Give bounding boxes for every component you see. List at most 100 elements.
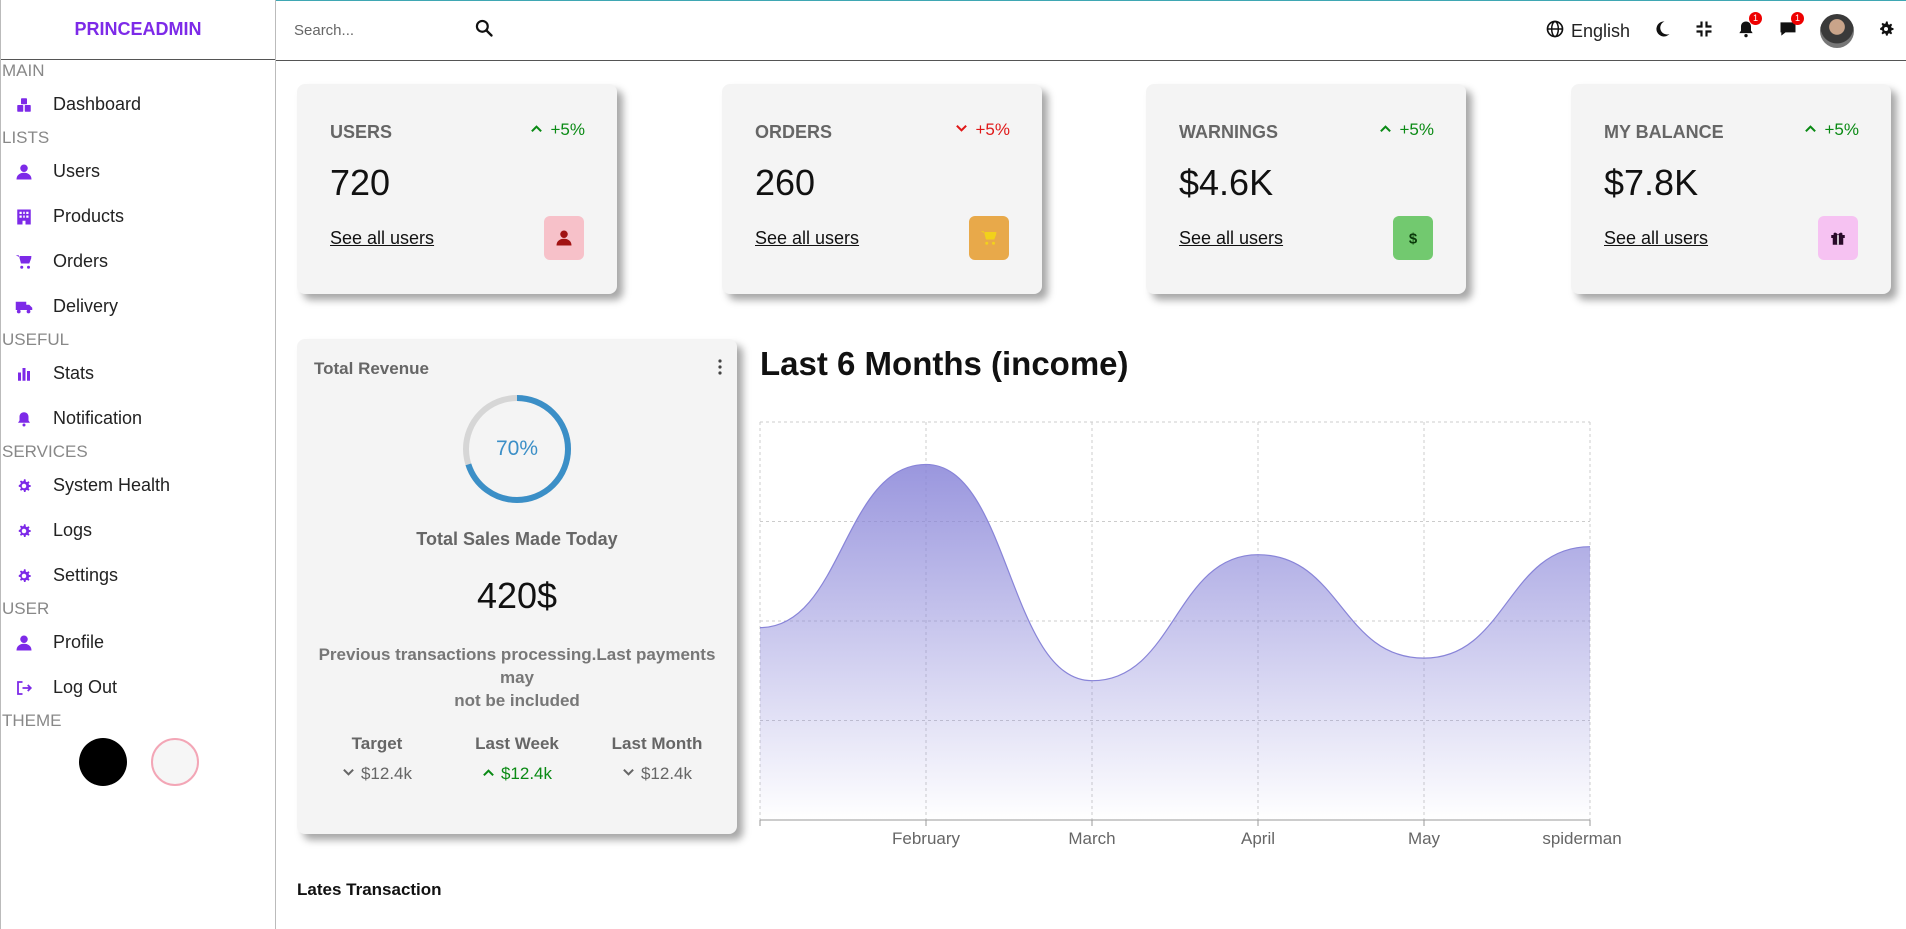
messages-button[interactable]: 1: [1778, 11, 1804, 44]
theme-light-option[interactable]: [151, 738, 199, 786]
sidebar-section-theme: THEME: [2, 711, 62, 730]
fullscreen-exit-icon: [1694, 19, 1714, 44]
theme-switcher: [1, 738, 275, 786]
dark-mode-toggle[interactable]: [1652, 19, 1672, 44]
person-icon: [13, 632, 35, 654]
sidebar-item-system-health[interactable]: System Health: [1, 463, 275, 508]
sidebar-section-user: USER: [2, 599, 50, 618]
globe-icon: [1545, 19, 1565, 44]
widget-percentage: +5%: [1379, 120, 1435, 140]
brand-logo[interactable]: PRINCEADMIN: [1, 0, 275, 60]
cart-icon: [13, 251, 35, 273]
latest-transactions-title: Lates Transaction: [297, 880, 442, 899]
settings-button[interactable]: [1876, 19, 1896, 44]
widget-percentage-value: +5%: [975, 120, 1011, 139]
widget-percentage: +5%: [530, 120, 585, 140]
sidebar-item-label: Logs: [53, 520, 93, 540]
person-icon: [13, 161, 35, 183]
widget-value: 260: [755, 162, 816, 203]
sidebar-item-label: Log Out: [53, 677, 118, 697]
messages-badge: 1: [1791, 11, 1804, 25]
gift-icon: [1818, 216, 1858, 260]
revenue-stat-label: Last Month: [611, 734, 703, 753]
language-label: English: [1570, 20, 1630, 41]
chart-x-tick-label: April: [1241, 829, 1275, 848]
store-icon: [13, 206, 35, 228]
fullscreen-toggle[interactable]: [1694, 19, 1714, 44]
moon-icon: [1652, 19, 1672, 44]
sidebar-item-profile[interactable]: Profile: [1, 620, 275, 665]
revenue-card: Total Revenue 70% Total Sales Made Today…: [297, 339, 737, 834]
widget-value: 720: [330, 162, 391, 203]
widget-value: $4.6K: [1179, 162, 1274, 203]
revenue-stat-label: Last Week: [475, 734, 559, 753]
widget-percentage-value: +5%: [1399, 120, 1435, 139]
sidebar-item-products[interactable]: Products: [1, 194, 275, 239]
sidebar-item-label: Stats: [53, 363, 95, 383]
sidebar-item-logs[interactable]: Logs: [1, 508, 275, 553]
sidebar-item-dashboard[interactable]: Dashboard: [1, 82, 275, 127]
chart-x-tick-label: March: [1068, 829, 1115, 848]
search-icon[interactable]: [474, 18, 494, 43]
search-box: [294, 18, 504, 43]
revenue-stats: Target $12.4k Last Week $12.4k Last Mont…: [317, 734, 717, 784]
revenue-note-line2: not be included: [454, 691, 580, 710]
chevron-up-icon: [1804, 120, 1817, 140]
cart-icon: [969, 216, 1009, 260]
sidebar-item-label: Products: [53, 206, 125, 226]
widget-percentage-value: +5%: [1824, 120, 1860, 139]
notifications-button[interactable]: 1: [1736, 11, 1762, 44]
truck-icon: [13, 296, 35, 318]
sidebar-item-log-out[interactable]: Log Out: [1, 665, 275, 710]
chevron-up-icon: [1379, 120, 1392, 140]
sidebar-section-services: SERVICES: [2, 442, 88, 461]
chevron-down-icon: [622, 764, 635, 784]
chart-title: Last 6 Months (income): [760, 345, 1129, 382]
sidebar-item-label: Delivery: [53, 296, 119, 316]
revenue-stat-amount: $12.4k: [640, 764, 693, 783]
sidebar-item-delivery[interactable]: Delivery: [1, 284, 275, 329]
gear-icon: [13, 565, 35, 587]
sidebar-item-users[interactable]: Users: [1, 149, 275, 194]
sidebar-item-stats[interactable]: Stats: [1, 351, 275, 396]
more-vert-icon[interactable]: [717, 357, 723, 377]
revenue-stat-value: $12.4k: [457, 764, 577, 784]
chart-x-tick-label: spiderman: [1542, 829, 1621, 848]
user-avatar[interactable]: [1820, 14, 1854, 48]
sidebar-section-useful: USEFUL: [2, 330, 70, 349]
widget-link[interactable]: See all users: [1179, 228, 1283, 249]
revenue-amount: 420$: [476, 575, 558, 616]
revenue-stat-amount: $12.4k: [500, 764, 553, 783]
sidebar-item-notification[interactable]: Notification: [1, 396, 275, 441]
chevron-down-icon: [342, 764, 355, 784]
notifications-badge: 1: [1749, 11, 1762, 25]
sidebar-item-settings[interactable]: Settings: [1, 553, 275, 598]
revenue-stat-last-month: Last Month $12.4k: [597, 734, 717, 784]
sidebar-section-main: MAIN: [2, 61, 45, 80]
chevron-down-icon: [955, 120, 968, 140]
revenue-stat-label: Target: [351, 734, 403, 753]
revenue-title: Total Revenue: [314, 359, 429, 378]
revenue-stat-last-week: Last Week $12.4k: [457, 734, 577, 784]
widget-link[interactable]: See all users: [1604, 228, 1708, 249]
chart-x-tick-label: May: [1408, 829, 1441, 848]
income-area-chart: February March April May spiderman: [759, 421, 1622, 848]
widget-percentage: +5%: [955, 120, 1011, 140]
widget-link[interactable]: See all users: [330, 228, 434, 249]
widget-link[interactable]: See all users: [755, 228, 859, 249]
revenue-stat-target: Target $12.4k: [317, 734, 437, 784]
sidebar-item-label: Dashboard: [53, 94, 142, 114]
language-selector[interactable]: English: [1545, 19, 1630, 44]
person-icon: [544, 216, 584, 260]
sidebar-section-lists: LISTS: [2, 128, 50, 147]
widget-my-balance: MY BALANCE +5% $7.8K See all users: [1571, 84, 1891, 294]
sidebar-item-orders[interactable]: Orders: [1, 239, 275, 284]
logout-icon: [13, 677, 35, 699]
widget-title: ORDERS: [755, 122, 833, 142]
theme-dark-option[interactable]: [79, 738, 127, 786]
revenue-stat-value: $12.4k: [317, 764, 437, 784]
bar-chart-icon: [13, 363, 35, 385]
revenue-stat-value: $12.4k: [597, 764, 717, 784]
search-input[interactable]: [294, 22, 474, 39]
widget-title: MY BALANCE: [1604, 122, 1724, 142]
